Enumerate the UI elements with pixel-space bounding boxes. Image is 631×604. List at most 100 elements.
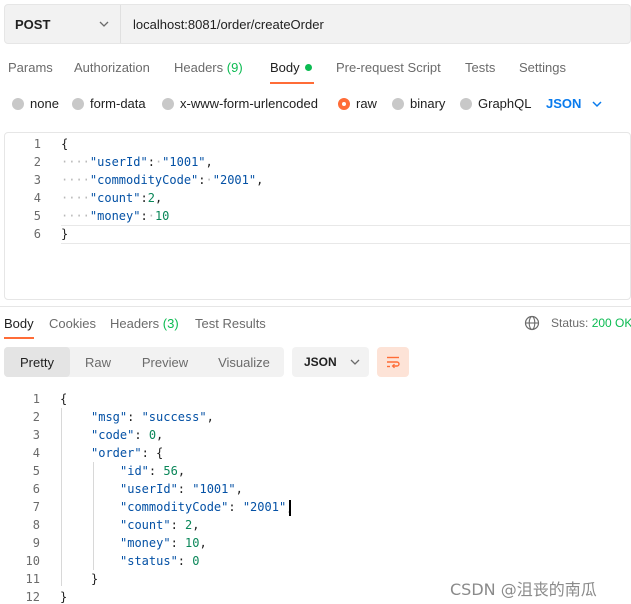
view-raw[interactable]: Raw xyxy=(70,347,126,377)
resp-tab-cookies[interactable]: Cookies xyxy=(49,316,96,331)
watermark: CSDN @沮丧的南瓜 xyxy=(450,580,597,599)
line-number: 6 xyxy=(32,482,40,496)
json-key: "code" xyxy=(91,428,135,442)
method-label: POST xyxy=(15,16,51,32)
format-label: JSON xyxy=(304,355,337,369)
code-line: "order": { xyxy=(91,446,164,460)
code-line: "id": 56, xyxy=(120,464,186,478)
tab-tests[interactable]: Tests xyxy=(465,60,495,75)
line-number: 2 xyxy=(32,410,40,424)
status-label: Status: xyxy=(551,316,589,330)
line-number: 5 xyxy=(33,209,41,223)
json-key: "count" xyxy=(89,191,141,205)
radio-none[interactable]: none xyxy=(12,96,59,111)
language-select[interactable]: JSON xyxy=(546,96,603,111)
view-visualize[interactable]: Visualize xyxy=(204,347,284,377)
radio-raw[interactable]: raw xyxy=(338,96,377,111)
json-value: 10 xyxy=(154,209,170,223)
headers-count-badge: (9) xyxy=(226,60,243,75)
globe-icon[interactable] xyxy=(524,315,540,331)
radio-graphql[interactable]: GraphQL xyxy=(460,96,531,111)
tab-params[interactable]: Params xyxy=(8,60,53,75)
chevron-down-icon xyxy=(592,100,602,107)
tab-pre-request-script[interactable]: Pre-request Script xyxy=(336,60,441,75)
line-number: 7 xyxy=(32,500,40,514)
tab-headers-label: Headers xyxy=(174,60,224,75)
code-line: "msg": "success", xyxy=(91,410,214,424)
response-body-viewer[interactable]: 1 2 3 4 5 6 7 8 9 10 11 12 { "msg": "suc… xyxy=(0,388,631,604)
line-number: 11 xyxy=(25,572,40,586)
current-line-highlight xyxy=(61,225,631,244)
line-number: 3 xyxy=(33,173,41,187)
text-cursor xyxy=(289,500,291,516)
code-line: "commodityCode": "2001", xyxy=(120,500,293,514)
code-line: "money": 10, xyxy=(120,536,207,550)
tab-settings[interactable]: Settings xyxy=(519,60,566,75)
json-value: "1001" xyxy=(192,482,236,496)
json-key: "userId" xyxy=(89,155,148,169)
json-key: "money" xyxy=(120,536,171,550)
json-value: "2001" xyxy=(212,173,257,187)
line-number: 2 xyxy=(33,155,41,169)
request-body-editor[interactable]: 1 2 3 4 5 6 { ····"userId":·"1001", ····… xyxy=(4,132,631,300)
wrap-lines-button[interactable] xyxy=(377,347,409,377)
code-line: ····"userId":·"1001", xyxy=(61,155,213,169)
radio-x-www-form-urlencoded[interactable]: x-www-form-urlencoded xyxy=(162,96,318,111)
request-tabs: Params Authorization Headers (9) Body Pr… xyxy=(0,52,631,86)
view-pretty[interactable]: Pretty xyxy=(4,347,70,377)
radio-binary[interactable]: binary xyxy=(392,96,445,111)
code-line: ····"money":·10 xyxy=(61,209,170,223)
code-line: } xyxy=(61,227,69,241)
json-value: 56 xyxy=(163,464,178,478)
resp-headers-count-badge: (3) xyxy=(162,316,179,331)
view-preview[interactable]: Preview xyxy=(126,347,204,377)
active-tab-indicator xyxy=(270,82,314,84)
chevron-down-icon xyxy=(99,21,109,27)
radio-circle xyxy=(12,97,24,110)
radio-form-data[interactable]: form-data xyxy=(72,96,146,111)
line-number: 1 xyxy=(33,137,41,151)
json-key: "userId" xyxy=(120,482,178,496)
code-line: } xyxy=(60,590,68,604)
radio-circle xyxy=(162,97,174,110)
json-value: "1001" xyxy=(162,155,206,169)
radio-circle xyxy=(460,97,472,110)
code-line: ····"count":2, xyxy=(61,191,163,205)
tab-headers[interactable]: Headers (9) xyxy=(174,60,243,75)
line-number: 10 xyxy=(25,554,40,568)
resp-tab-headers[interactable]: Headers (3) xyxy=(110,316,179,331)
code-line: ····"commodityCode":·"2001", xyxy=(61,173,264,187)
response-view-selector: Pretty Raw Preview Visualize xyxy=(4,347,284,377)
code-line: "code": 0, xyxy=(91,428,164,442)
response-format-select[interactable]: JSON xyxy=(292,347,369,377)
line-number: 9 xyxy=(32,536,40,550)
json-brace: { xyxy=(156,446,164,460)
json-value: 10 xyxy=(185,536,200,550)
radio-label: x-www-form-urlencoded xyxy=(180,96,318,111)
json-key: "status" xyxy=(120,554,178,568)
radio-label: form-data xyxy=(90,96,146,111)
line-number: 5 xyxy=(32,464,40,478)
json-key: "commodityCode" xyxy=(120,500,229,514)
line-number: 4 xyxy=(32,446,40,460)
json-value: "success" xyxy=(141,410,207,424)
code-line: { xyxy=(60,392,68,406)
tab-body[interactable]: Body xyxy=(270,60,312,75)
resp-tab-body[interactable]: Body xyxy=(4,316,34,331)
radio-label: GraphQL xyxy=(478,96,532,111)
line-number: 12 xyxy=(25,590,40,604)
tab-authorization[interactable]: Authorization xyxy=(74,60,150,75)
url-input[interactable]: localhost:8081/order/createOrder xyxy=(121,5,630,43)
json-value: 0 xyxy=(192,554,200,568)
radio-circle-selected xyxy=(338,97,350,110)
json-value: "2001" xyxy=(242,500,287,514)
json-key: "money" xyxy=(89,209,141,223)
body-modified-dot xyxy=(304,64,312,71)
status-value: 200 OK xyxy=(591,316,631,330)
resp-tab-test-results[interactable]: Test Results xyxy=(195,316,266,331)
code-line: "count": 2, xyxy=(120,518,200,532)
json-key: "commodityCode" xyxy=(89,173,199,187)
pane-divider[interactable] xyxy=(0,306,631,307)
radio-circle xyxy=(392,97,404,110)
method-select[interactable]: POST xyxy=(5,5,121,43)
